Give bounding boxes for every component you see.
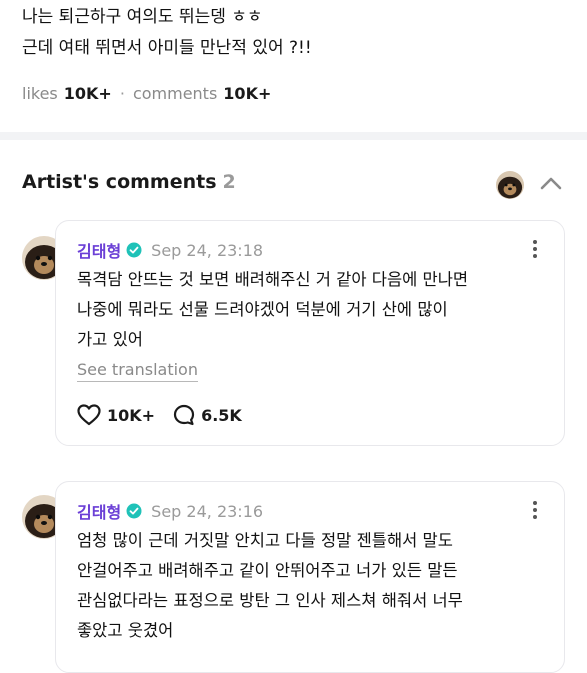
section-title: Artist's comments xyxy=(22,171,217,193)
comment-header: 김태형 Sep 24, 23:16 xyxy=(77,499,263,523)
comment-reactions: 10K+ 6.5K xyxy=(77,404,260,426)
comment-header: 김태형 Sep 24, 23:18 xyxy=(77,238,263,262)
comment-line: 안걸어주고 배려해주고 같이 안뛰어주고 너가 있든 말든 xyxy=(77,561,458,580)
comment-line: 좋았고 웃겼어 xyxy=(77,621,174,640)
like-count: 10K+ xyxy=(107,405,156,425)
avatar[interactable] xyxy=(496,171,524,199)
more-vertical-icon[interactable] xyxy=(532,500,538,520)
comment-line: 목격담 안뜨는 것 보면 배려해주신 거 같아 다음에 만나면 xyxy=(77,270,469,289)
author-name[interactable]: 김태형 xyxy=(77,238,121,262)
comment-body: 엄청 많이 근데 거짓말 안치고 다들 정말 젠틀해서 말도 안걸어주고 배려해… xyxy=(77,526,547,646)
verified-badge-icon xyxy=(126,242,142,258)
comment-line: 가고 있어 xyxy=(77,330,143,349)
comment-date: Sep 24, 23:16 xyxy=(151,501,264,521)
likes-count[interactable]: 10K+ xyxy=(64,84,112,103)
heart-icon[interactable] xyxy=(77,404,101,426)
artist-comments-header: Artist's comments 2 xyxy=(22,171,236,193)
comment-date: Sep 24, 23:18 xyxy=(151,240,264,260)
comment-line: 관심없다라는 표정으로 방탄 그 인사 제스쳐 해줘서 너무 xyxy=(77,591,463,610)
comment-card: 김태형 Sep 24, 23:18 목격담 안뜨는 것 보면 배려해주신 거 같… xyxy=(55,220,565,446)
comments-label: comments xyxy=(132,84,218,103)
speech-bubble-icon[interactable] xyxy=(173,404,195,426)
more-vertical-icon[interactable] xyxy=(532,239,538,259)
likes-label: likes xyxy=(22,84,58,103)
comment-card: 김태형 Sep 24, 23:16 엄청 많이 근데 거짓말 안치고 다들 정말… xyxy=(55,481,565,673)
comments-count[interactable]: 10K+ xyxy=(223,84,271,103)
comment-count: 2 xyxy=(222,171,236,193)
post-line: 나는 퇴근하구 여의도 뛰는뎅 ㅎㅎ xyxy=(22,7,263,27)
section-divider xyxy=(0,132,587,140)
chevron-up-icon[interactable] xyxy=(539,174,563,194)
see-translation-link[interactable]: See translation xyxy=(77,360,198,382)
stats-separator: · xyxy=(119,84,125,103)
post-stats: likes 10K+ · comments 10K+ xyxy=(22,84,271,103)
author-name[interactable]: 김태형 xyxy=(77,499,121,523)
post-line: 근데 여태 뛰면서 아미들 만난적 있어 ?!! xyxy=(22,38,312,58)
reply-count: 6.5K xyxy=(201,405,242,425)
post-text: 나는 퇴근하구 여의도 뛰는뎅 ㅎㅎ 근데 여태 뛰면서 아미들 만난적 있어 … xyxy=(22,2,572,64)
comment-body: 목격담 안뜨는 것 보면 배려해주신 거 같아 다음에 만나면 나중에 뭐라도 … xyxy=(77,265,547,355)
comment-line: 나중에 뭐라도 선물 드려야겠어 덕분에 거기 산에 많이 xyxy=(77,300,448,319)
comment-line: 엄청 많이 근데 거짓말 안치고 다들 정말 젠틀해서 말도 xyxy=(77,531,453,550)
verified-badge-icon xyxy=(126,503,142,519)
